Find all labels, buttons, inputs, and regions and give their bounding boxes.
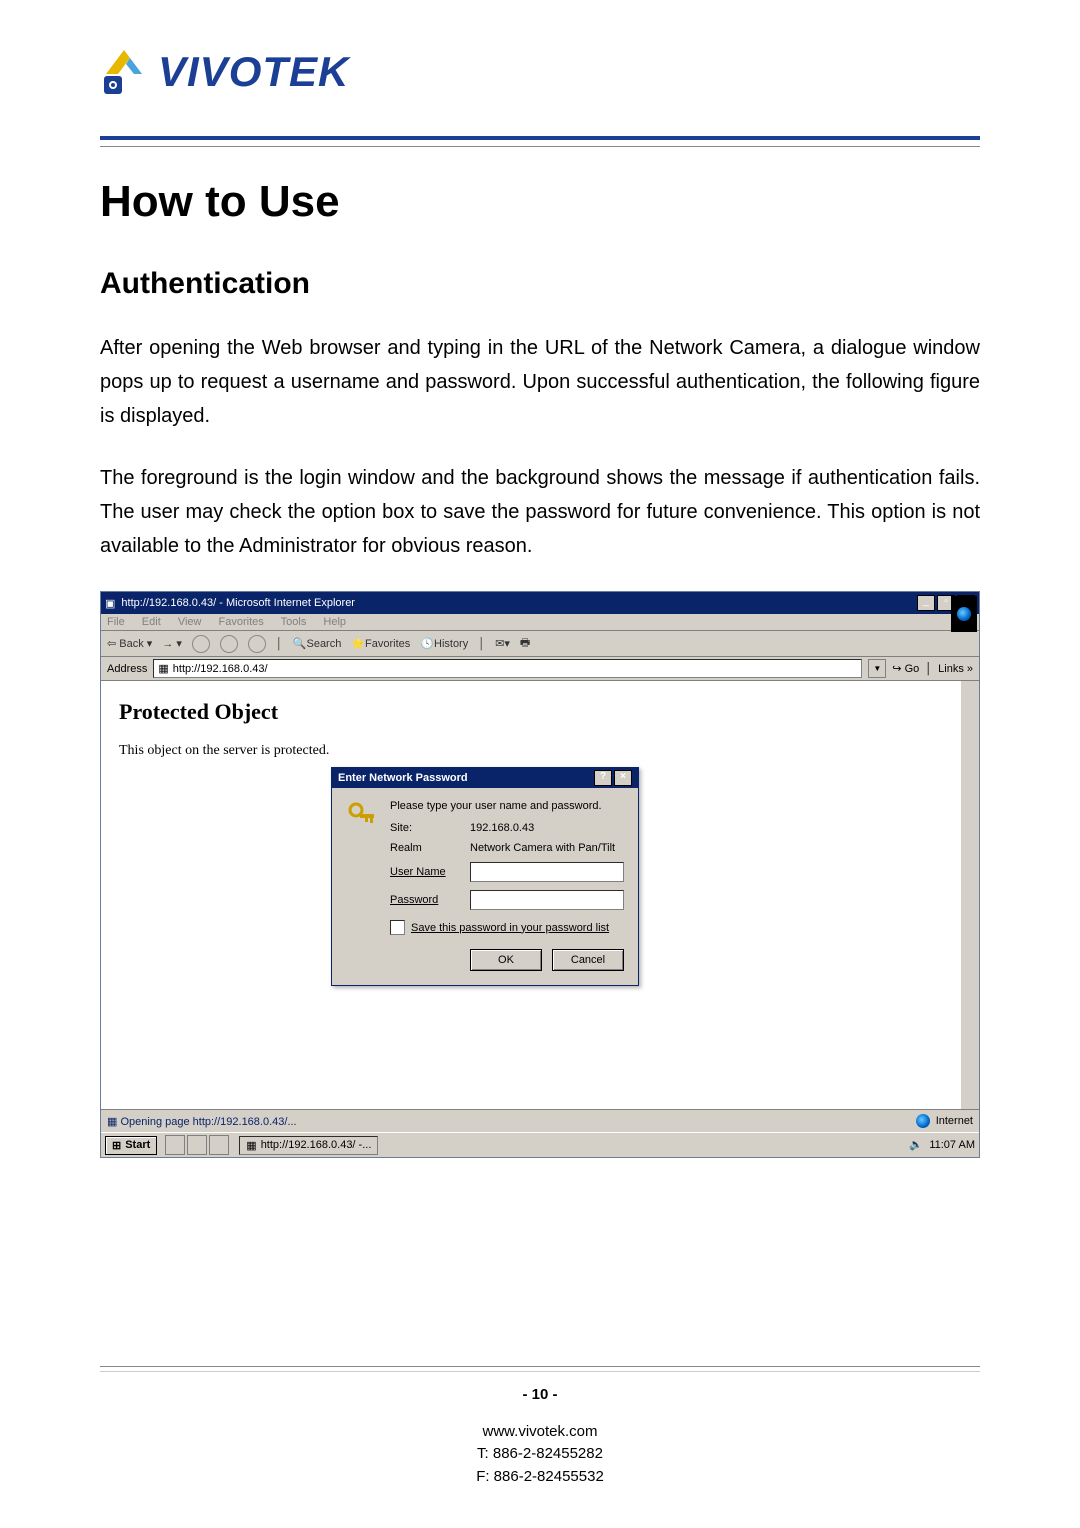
menu-view[interactable]: View [178,616,202,628]
mail-button[interactable]: ✉▾ [495,637,510,650]
toolbar-sep3: │ [925,663,932,675]
paragraph-1: After opening the Web browser and typing… [100,331,980,433]
page-loading-icon: ▦ [107,1116,117,1128]
username-input[interactable] [470,862,624,882]
menu-help[interactable]: Help [323,616,346,628]
site-value: 192.168.0.43 [470,822,624,834]
realm-label: Realm [390,842,464,854]
stop-icon[interactable] [192,635,210,653]
footer-tel: T: 886-2-82455282 [0,1443,1080,1466]
paragraph-2: The foreground is the login window and t… [100,461,980,563]
ie-statusbar: ▦ Opening page http://192.168.0.43/... I… [101,1109,979,1132]
task-ie-icon: ▦ [246,1139,256,1152]
ie-title-text: http://192.168.0.43/ - Microsoft Interne… [121,597,355,609]
quick-launch [165,1135,229,1155]
address-value: http://192.168.0.43/ [173,663,268,675]
brand-logo: VIVOTEK [100,48,980,96]
ie-titlebar: ▣ http://192.168.0.43/ - Microsoft Inter… [101,592,979,614]
dialog-titlebar: Enter Network Password ? × [332,768,638,788]
section-title: Authentication [100,267,980,301]
ql-outlook-icon[interactable] [209,1135,229,1155]
tray-volume-icon[interactable]: 🔈 [909,1138,923,1152]
save-password-label: Save this password in your password list [411,922,609,934]
home-icon[interactable] [248,635,266,653]
taskbar-clock: 11:07 AM [929,1139,975,1151]
ie-throbber-icon [951,596,977,632]
toolbar-sep: │ [276,638,283,650]
scroll-down-button[interactable]: ▼ [962,1093,978,1109]
page-heading: Protected Object [119,699,943,725]
ie-menubar: File Edit View Favorites Tools Help [101,614,979,631]
print-button[interactable]: 🖶 [520,634,530,653]
minimize-button[interactable]: _ [917,595,935,611]
search-button[interactable]: 🔍Search [293,637,342,650]
footer-fax: F: 886-2-82455532 [0,1466,1080,1489]
toolbar-sep2: │ [478,638,485,650]
favorites-button[interactable]: ⭐Favorites [351,637,410,650]
page-number: - 10 - [0,1386,1080,1403]
ie-app-icon: ▣ [105,597,115,610]
save-password-checkbox[interactable] [390,920,405,935]
ql-desktop-icon[interactable] [165,1135,185,1155]
go-button[interactable]: ↪ Go [892,662,919,675]
ie-window: ▣ http://192.168.0.43/ - Microsoft Inter… [100,591,980,1158]
logo-mark-icon [100,48,148,96]
password-input[interactable] [470,890,624,910]
links-button[interactable]: Links » [938,663,973,675]
menu-edit[interactable]: Edit [142,616,161,628]
refresh-icon[interactable] [220,635,238,653]
back-button[interactable]: ⇦ Back ▾ [107,637,152,650]
address-input[interactable]: ▦ http://192.168.0.43/ [153,659,862,678]
realm-value: Network Camera with Pan/Tilt [470,842,624,854]
forward-button[interactable]: → ▾ [162,637,182,650]
page-text: This object on the server is protected. [119,743,943,759]
auth-dialog: Enter Network Password ? × Please type y… [331,767,639,986]
header-rule-thin [100,146,980,147]
menu-file[interactable]: File [107,616,125,628]
zone-text: Internet [936,1115,973,1127]
ie-toolbar: ⇦ Back ▾ → ▾ │ 🔍Search ⭐Favorites 🕓Histo… [101,631,979,657]
windows-flag-icon: ⊞ [112,1139,121,1152]
password-label: Password [390,894,464,906]
dialog-close-button[interactable]: × [614,770,632,786]
menu-favorites[interactable]: Favorites [219,616,264,628]
cancel-button[interactable]: Cancel [552,949,624,971]
history-button[interactable]: 🕓History [420,637,468,650]
dialog-title-text: Enter Network Password [338,772,468,784]
taskbar-task-ie[interactable]: ▦ http://192.168.0.43/ -... [239,1136,378,1155]
logo-text: VIVOTEK [158,48,349,96]
keys-icon [346,800,378,832]
page-footer: - 10 - www.vivotek.com T: 886-2-82455282… [0,1366,1080,1489]
dialog-help-button[interactable]: ? [594,770,612,786]
start-button[interactable]: ⊞ Start [105,1136,157,1155]
zone-globe-icon [916,1114,930,1128]
ie-address-bar: Address ▦ http://192.168.0.43/ ▼ ↪ Go │ … [101,657,979,681]
ql-ie-icon[interactable] [187,1135,207,1155]
header-rule-thick [100,136,980,140]
ie-viewport: ▲ ▼ Protected Object This object on the … [101,681,979,1109]
address-label: Address [107,663,147,675]
page-icon: ▦ [158,662,168,675]
scroll-up-button[interactable]: ▲ [962,681,978,697]
username-label: User Name [390,866,464,878]
page-title: How to Use [100,177,980,227]
menu-tools[interactable]: Tools [281,616,307,628]
status-text: ▦ Opening page http://192.168.0.43/... [107,1115,297,1128]
site-label: Site: [390,822,464,834]
ok-button[interactable]: OK [470,949,542,971]
address-dropdown[interactable]: ▼ [868,659,886,678]
footer-website: www.vivotek.com [0,1421,1080,1444]
windows-taskbar: ⊞ Start ▦ http://192.168.0.43/ -... 🔈 11… [101,1132,979,1157]
dialog-prompt: Please type your user name and password. [390,800,624,812]
